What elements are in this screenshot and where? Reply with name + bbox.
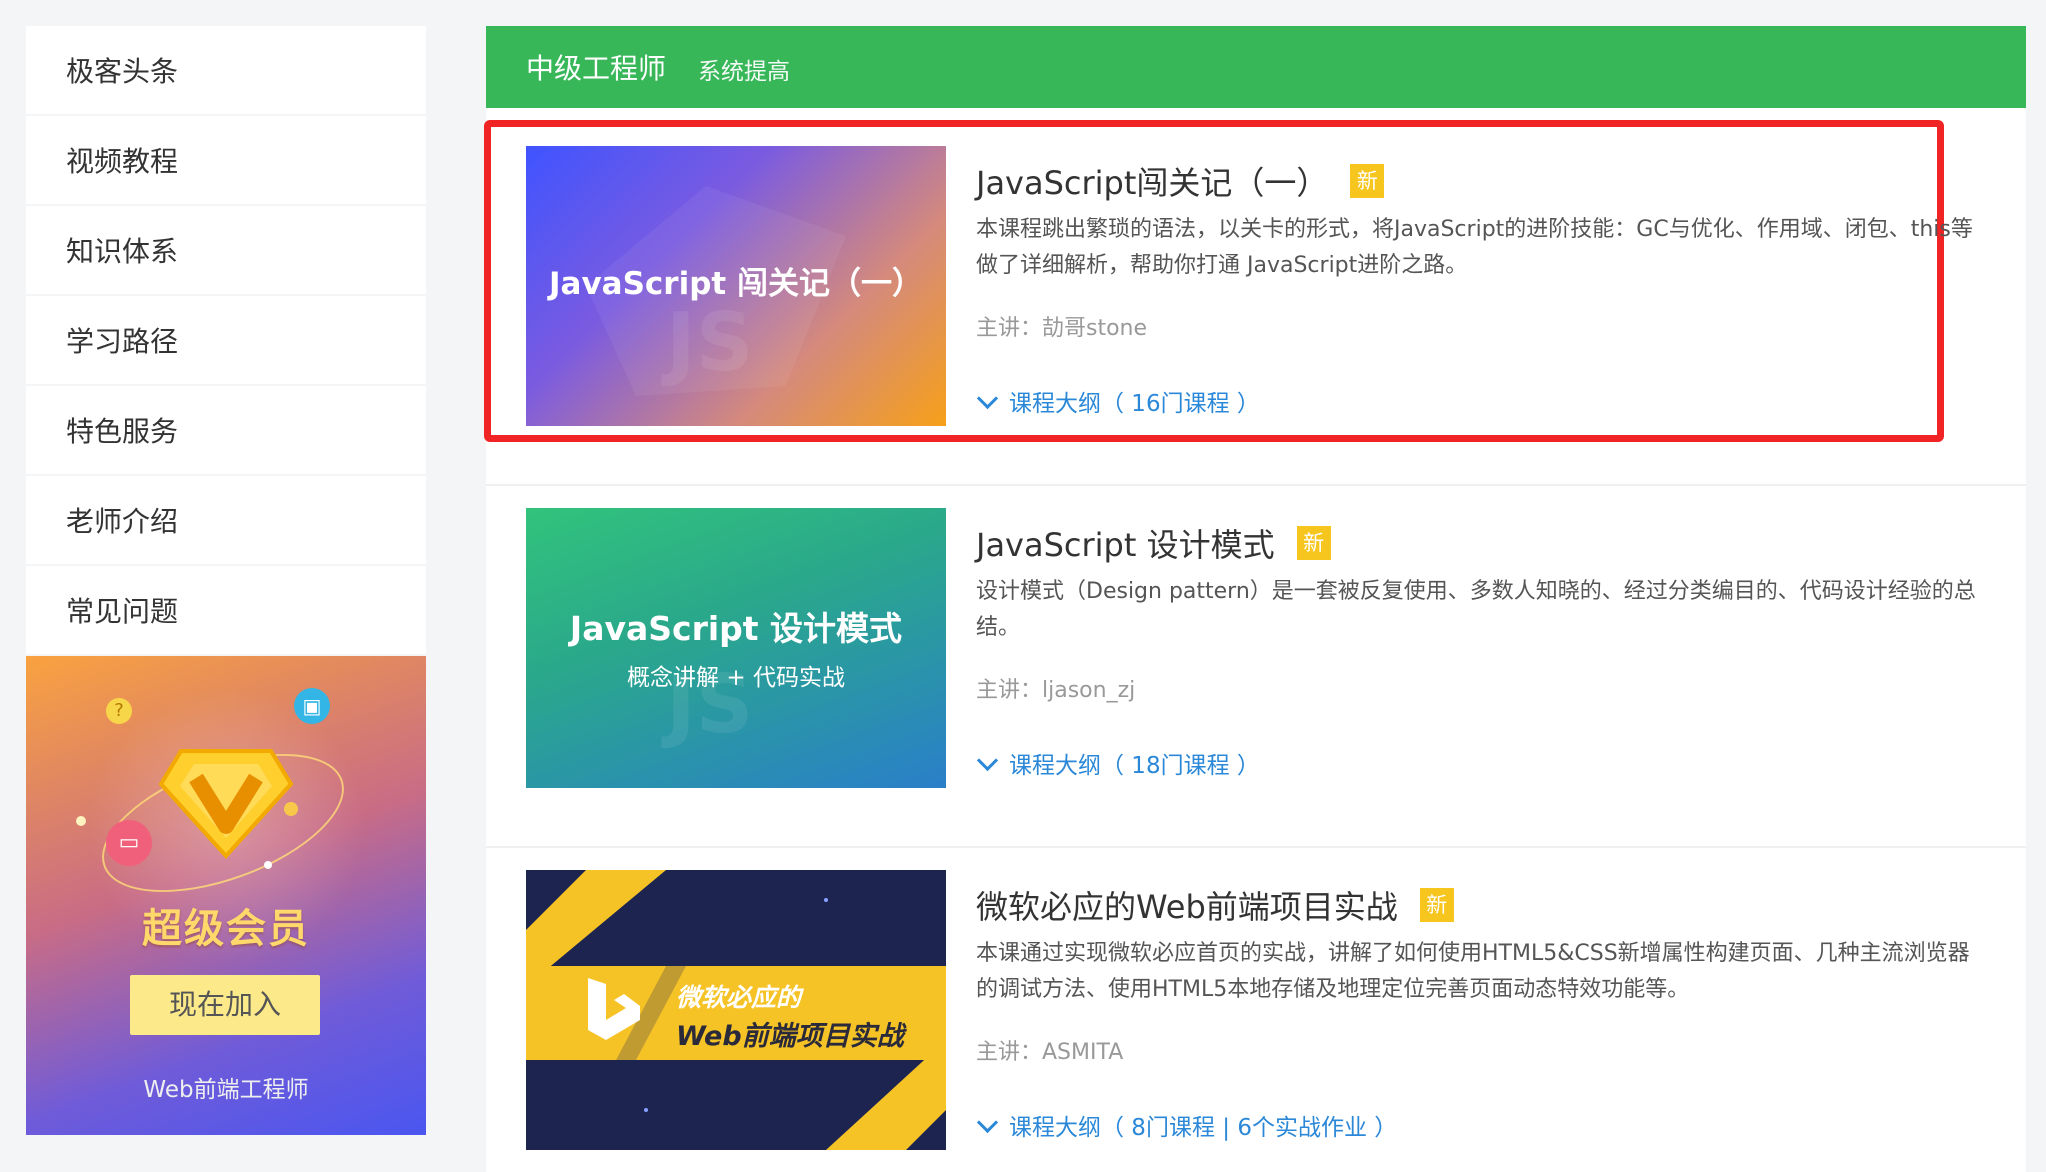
course-outline-label: 课程大纲（ 16门课程 ） xyxy=(1009,391,1260,417)
sidebar-item-featured-services[interactable]: 特色服务 xyxy=(26,386,426,474)
level-subtitle: 系统提高 xyxy=(698,59,791,85)
course-card: JS JavaScript 设计模式 概念讲解 + 代码实战 JavaScrip… xyxy=(486,486,2026,848)
sidebar-item-learning-path[interactable]: 学习路径 xyxy=(26,296,426,384)
course-description: 设计模式（Design pattern）是一套被反复使用、多数人知晓的、经过分类… xyxy=(976,579,1976,640)
course-description: 本课程跳出繁琐的语法，以关卡的形式，将JavaScript的进阶技能：GC与优化… xyxy=(976,217,1973,278)
course-teacher: 主讲：ASMITA xyxy=(976,1040,1124,1065)
course-outline-toggle[interactable]: 课程大纲（ 8门课程 | 6个实战作业 ） xyxy=(976,1108,1397,1142)
sidebar: 极客头条 视频教程 知识体系 学习路径 特色服务 老师介绍 常见问题 xyxy=(26,26,426,656)
course-title[interactable]: 微软必应的Web前端项目实战 新 xyxy=(976,882,1454,928)
course-title-text: JavaScript闯关记（一） xyxy=(976,164,1329,202)
course-title[interactable]: JavaScript闯关记（一） 新 xyxy=(976,158,1385,204)
thumbnail-title-line1: 微软必应的 xyxy=(676,983,802,1012)
course-outline-label: 课程大纲（ 8门课程 | 6个实战作业 ） xyxy=(1009,1115,1398,1141)
chevron-down-icon xyxy=(976,387,999,409)
sidebar-item-video-tutorials[interactable]: 视频教程 xyxy=(26,116,426,204)
vip-banner[interactable]: ? ▣ ▭ 超级会员 现在加入 Web前端工程师 xyxy=(26,656,426,1135)
course-thumbnail[interactable]: JS JavaScript 设计模式 概念讲解 + 代码实战 xyxy=(526,508,946,788)
join-now-button[interactable]: 现在加入 xyxy=(130,975,320,1035)
sidebar-item-teachers[interactable]: 老师介绍 xyxy=(26,476,426,564)
course-thumbnail[interactable]: JS JavaScript 闯关记（一） xyxy=(526,146,946,426)
new-badge: 新 xyxy=(1296,526,1331,560)
sidebar-item-faq[interactable]: 常见问题 xyxy=(26,566,426,654)
new-badge: 新 xyxy=(1350,164,1385,198)
course-outline-toggle[interactable]: 课程大纲（ 18门课程 ） xyxy=(976,746,1260,780)
sidebar-item-headlines[interactable]: 极客头条 xyxy=(26,26,426,114)
chevron-down-icon xyxy=(976,1111,999,1133)
course-teacher: 主讲：ljason_zj xyxy=(976,678,1136,703)
sidebar-item-knowledge-system[interactable]: 知识体系 xyxy=(26,206,426,294)
chevron-down-icon xyxy=(976,749,999,771)
vip-subtitle: Web前端工程师 xyxy=(143,1077,309,1103)
video-icon: ▭ xyxy=(106,820,152,866)
thumbnail-title-line2: Web前端项目实战 xyxy=(676,1021,904,1052)
new-badge: 新 xyxy=(1419,888,1454,922)
thumbnail-subtitle: 概念讲解 + 代码实战 xyxy=(627,665,845,691)
course-thumbnail[interactable]: 微软必应的 Web前端项目实战 xyxy=(526,870,946,1150)
level-header: 中级工程师 系统提高 xyxy=(486,26,2026,108)
thumbnail-title: JavaScript 设计模式 xyxy=(569,609,903,648)
course-description: 本课通过实现微软必应首页的实战，讲解了如何使用HTML5&CSS新增属性构建页面… xyxy=(976,941,1970,1002)
course-card: 微软必应的 Web前端项目实战 微软必应的Web前端项目实战 新 本课通过实现微… xyxy=(486,848,2026,1172)
course-outline-label: 课程大纲（ 18门课程 ） xyxy=(1009,753,1260,779)
vip-title: 超级会员 xyxy=(142,906,310,952)
level-title: 中级工程师 xyxy=(526,52,667,85)
question-icon: ? xyxy=(106,698,132,724)
course-list-panel: 中级工程师 系统提高 JS JavaScript 闯关记（一） JavaScri… xyxy=(484,26,2026,1172)
course-title-text: 微软必应的Web前端项目实战 xyxy=(976,888,1398,926)
course-title-text: JavaScript 设计模式 xyxy=(976,526,1275,564)
thumbnail-title: JavaScript 闯关记（一） xyxy=(549,266,923,302)
course-teacher: 主讲：劼哥stone xyxy=(976,316,1148,341)
course-title[interactable]: JavaScript 设计模式 新 xyxy=(976,520,1331,566)
diamond-v-badge-icon xyxy=(158,749,294,859)
course-card: JS JavaScript 闯关记（一） JavaScript闯关记（一） 新 … xyxy=(484,120,2026,486)
book-icon: ▣ xyxy=(294,688,330,724)
course-outline-toggle[interactable]: 课程大纲（ 16门课程 ） xyxy=(976,384,1260,418)
decor-dot xyxy=(76,816,86,826)
